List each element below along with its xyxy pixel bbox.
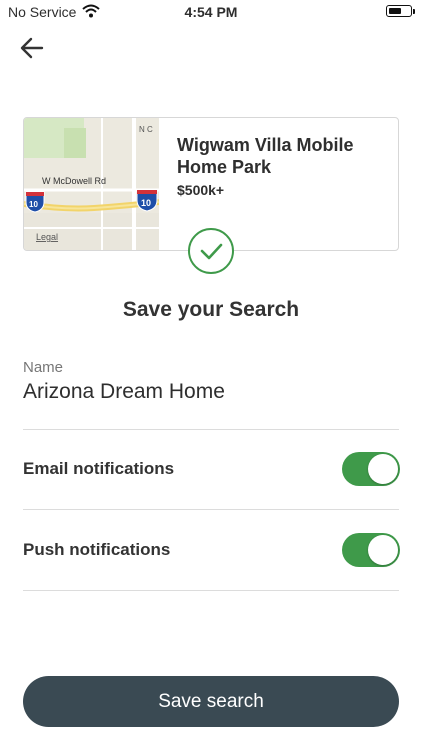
arrow-left-icon[interactable] bbox=[18, 34, 46, 62]
divider bbox=[23, 590, 399, 591]
svg-text:10: 10 bbox=[141, 198, 151, 208]
status-bar: No Service 4:54 PM bbox=[0, 0, 422, 24]
status-time: 4:54 PM bbox=[184, 4, 238, 20]
map-legal-link[interactable]: Legal bbox=[36, 232, 58, 242]
svg-text:10: 10 bbox=[29, 200, 38, 209]
save-search-button[interactable]: Save search bbox=[23, 676, 399, 727]
email-notifications-toggle[interactable] bbox=[342, 452, 400, 486]
listing-price: $500k+ bbox=[177, 182, 225, 198]
check-circle-icon bbox=[188, 228, 234, 274]
battery-icon bbox=[386, 5, 415, 17]
push-notifications-label: Push notifications bbox=[23, 540, 171, 559]
name-label: Name bbox=[23, 359, 64, 376]
page-title: Save your Search bbox=[122, 298, 300, 321]
interstate-shield-right-icon: 10 bbox=[136, 189, 158, 212]
listing-title: Wigwam Villa Mobile Home Park bbox=[177, 135, 354, 177]
map-thumbnail: N C W McDowell Rd 10 10 Legal bbox=[24, 118, 159, 250]
divider bbox=[23, 509, 399, 510]
name-input[interactable]: Arizona Dream Home bbox=[23, 380, 225, 404]
push-notifications-toggle[interactable] bbox=[342, 533, 400, 567]
interstate-shield-left-icon: 10 bbox=[25, 191, 45, 213]
email-notifications-label: Email notifications bbox=[23, 459, 175, 478]
map-road-label: W McDowell Rd bbox=[42, 176, 106, 186]
divider bbox=[23, 429, 399, 430]
map-street-letters: N C bbox=[139, 125, 153, 134]
